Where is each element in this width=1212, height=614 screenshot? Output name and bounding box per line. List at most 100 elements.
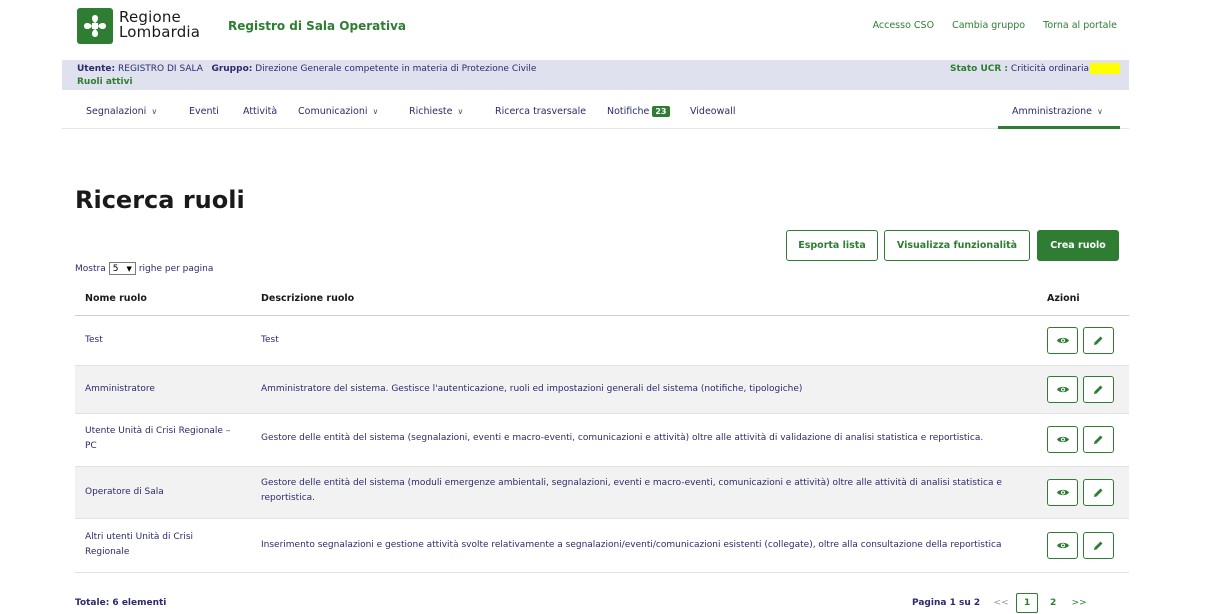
stato-value: Criticità ordinaria — [1010, 64, 1089, 74]
chevron-down-icon: ∨ — [457, 107, 464, 116]
role-description: Test — [261, 335, 279, 345]
table-row: Test Test — [75, 316, 1129, 366]
pencil-icon — [1094, 435, 1103, 444]
main-nav: Segnalazioni ∨ Eventi Attività Comunicazi… — [62, 100, 1129, 129]
nav-notifiche[interactable]: Notifiche 23 — [607, 106, 670, 117]
edit-button[interactable] — [1083, 479, 1114, 506]
chevron-down-icon: ▼ — [126, 264, 132, 273]
nav-notifiche-label: Notifiche — [607, 106, 650, 117]
ruoli-attivi-link[interactable]: Ruoli attivi — [77, 77, 133, 87]
edit-button[interactable] — [1083, 532, 1114, 559]
crea-ruolo-button[interactable]: Crea ruolo — [1037, 230, 1119, 261]
page-title: Ricerca ruoli — [75, 186, 245, 214]
nav-eventi[interactable]: Eventi — [189, 106, 219, 117]
row-actions — [1047, 532, 1114, 559]
torna-al-portale-link[interactable]: Torna al portale — [1043, 20, 1117, 31]
nav-amministrazione-inner: Amministrazione ∨ — [1012, 106, 1103, 117]
table-row: Utente Unità di Crisi Regionale – PC Ges… — [75, 414, 1129, 467]
column-header-descrizione-ruolo: Descrizione ruolo — [261, 293, 355, 304]
pencil-icon — [1094, 336, 1103, 345]
edit-button[interactable] — [1083, 376, 1114, 403]
eye-icon — [1056, 386, 1069, 393]
app-title[interactable]: Registro di Sala Operativa — [228, 19, 406, 33]
total-count: Totale: 6 elementi — [75, 598, 167, 608]
role-description: Gestore delle entità del sistema (segnal… — [261, 433, 984, 443]
row-actions — [1047, 479, 1114, 506]
logo-icon — [84, 15, 106, 37]
row-actions — [1047, 426, 1114, 453]
nav-attivita[interactable]: Attività — [243, 106, 277, 117]
roles-table: Nome ruolo Descrizione ruolo Azioni Test… — [75, 283, 1129, 573]
stato-color-indicator — [1090, 63, 1120, 74]
role-name: Test — [85, 335, 103, 345]
view-button[interactable] — [1047, 426, 1078, 453]
table-row: Operatore di Sala Gestore delle entità d… — [75, 467, 1129, 519]
eye-icon — [1056, 436, 1069, 443]
table-row: Amministratore Amministratore del sistem… — [75, 366, 1129, 414]
nav-comunicazioni[interactable]: Comunicazioni ∨ — [298, 106, 378, 117]
pencil-icon — [1094, 541, 1103, 550]
page-info: Pagina 1 su 2 — [912, 598, 981, 608]
page-size-control: Mostra 5 ▼ righe per pagina — [75, 262, 213, 275]
gruppo-label: Gruppo: — [211, 64, 253, 74]
utente-label: Utente: — [77, 64, 116, 74]
role-name: Utente Unità di Crisi Regionale – PC — [85, 426, 231, 451]
view-button[interactable] — [1047, 327, 1078, 354]
page-size-select[interactable]: 5 ▼ — [108, 262, 136, 275]
prev-page-button[interactable]: << — [990, 593, 1012, 613]
nav-richieste-label: Richieste — [409, 106, 453, 117]
nav-segnalazioni[interactable]: Segnalazioni ∨ — [86, 106, 157, 117]
role-description: Inserimento segnalazioni e gestione atti… — [261, 540, 1002, 550]
page-2-button[interactable]: 2 — [1042, 593, 1064, 613]
column-header-nome-ruolo: Nome ruolo — [85, 293, 147, 304]
view-button[interactable] — [1047, 532, 1078, 559]
top-header: Regione Lombardia Registro di Sala Opera… — [0, 0, 1212, 52]
eye-icon — [1056, 337, 1069, 344]
righe-per-pagina-label: righe per pagina — [138, 263, 214, 274]
user-info-bar: Utente: REGISTRO DI SALA Gruppo: Direzio… — [62, 60, 1129, 90]
nav-videowall[interactable]: Videowall — [690, 106, 736, 117]
accesso-cso-link[interactable]: Accesso CSO — [873, 20, 935, 31]
table-row: Altri utenti Unità di Crisi Regionale In… — [75, 519, 1129, 573]
nav-amministrazione[interactable]: Amministrazione ∨ — [998, 100, 1120, 129]
notifiche-count-badge: 23 — [652, 106, 670, 117]
user-info-line: Utente: REGISTRO DI SALA Gruppo: Direzio… — [77, 64, 536, 74]
gruppo-value: Direzione Generale competente in materia… — [255, 64, 537, 74]
eye-icon — [1056, 489, 1069, 496]
table-header: Nome ruolo Descrizione ruolo Azioni — [75, 283, 1129, 316]
pagination: Pagina 1 su 2 << 1 2 >> — [912, 593, 1092, 613]
role-description: Amministratore del sistema. Gestisce l'a… — [261, 384, 803, 394]
view-button[interactable] — [1047, 376, 1078, 403]
esporta-lista-button[interactable]: Esporta lista — [786, 230, 878, 261]
nav-comunicazioni-label: Comunicazioni — [298, 106, 368, 117]
next-page-button[interactable]: >> — [1068, 593, 1090, 613]
page-size-value: 5 — [112, 263, 119, 274]
nav-richieste[interactable]: Richieste ∨ — [409, 106, 463, 117]
nav-amministrazione-label: Amministrazione — [1012, 106, 1093, 117]
role-description: Gestore delle entità del sistema (moduli… — [261, 478, 1002, 503]
row-actions — [1047, 327, 1114, 354]
chevron-down-icon: ∨ — [1097, 107, 1103, 116]
cambia-gruppo-link[interactable]: Cambia gruppo — [952, 20, 1025, 31]
edit-button[interactable] — [1083, 426, 1114, 453]
mostra-label: Mostra — [75, 263, 106, 274]
visualizza-funzionalita-button[interactable]: Visualizza funzionalità — [884, 230, 1030, 261]
nav-segnalazioni-label: Segnalazioni — [86, 106, 147, 117]
brand-line-2: Lombardia — [119, 23, 201, 41]
top-links: Accesso CSO Cambia gruppo Torna al porta… — [873, 20, 1117, 31]
chevron-down-icon: ∨ — [151, 107, 158, 116]
pencil-icon — [1094, 488, 1103, 497]
view-button[interactable] — [1047, 479, 1078, 506]
stato-label: Stato UCR : — [949, 64, 1009, 74]
column-header-azioni: Azioni — [1047, 293, 1080, 304]
chevron-down-icon: ∨ — [372, 107, 379, 116]
page-1-button[interactable]: 1 — [1016, 593, 1039, 613]
nav-ricerca-trasversale[interactable]: Ricerca trasversale — [495, 106, 586, 117]
stato-ucr: Stato UCR : Criticità ordinaria — [950, 64, 1089, 74]
pencil-icon — [1094, 385, 1103, 394]
regione-lombardia-logo[interactable] — [77, 8, 113, 44]
edit-button[interactable] — [1083, 327, 1114, 354]
row-actions — [1047, 376, 1114, 403]
eye-icon — [1056, 542, 1069, 549]
role-name: Operatore di Sala — [85, 487, 164, 497]
